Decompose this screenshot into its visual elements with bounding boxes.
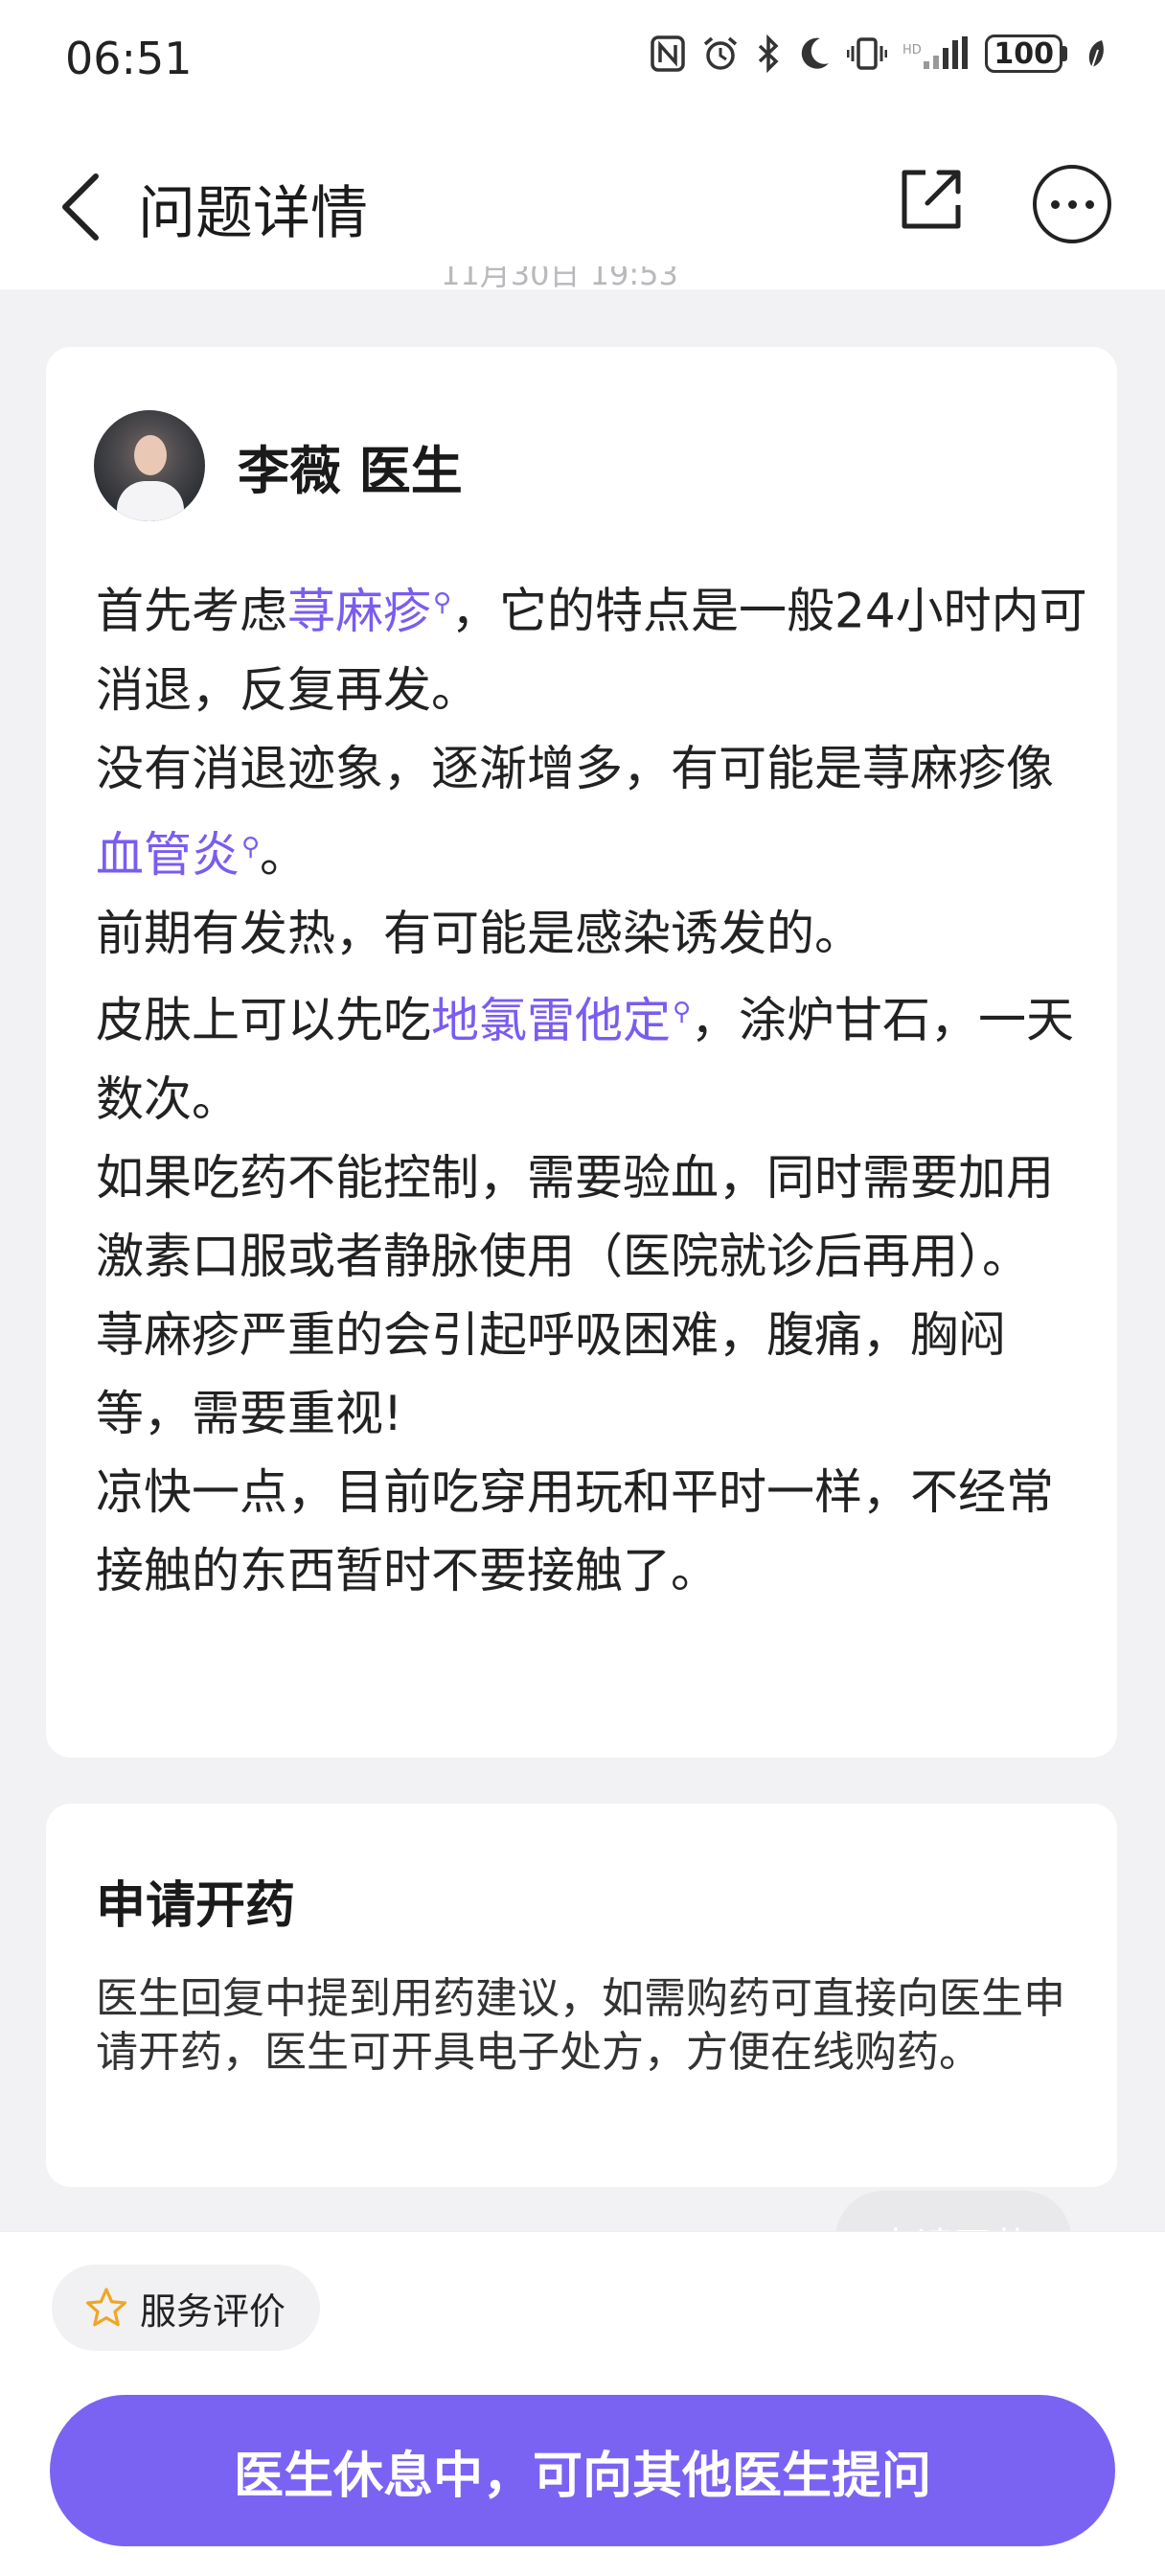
bluetooth-icon [759,34,779,73]
alarm-icon [704,36,738,70]
prescription-description: 医生回复中提到用药建议，如需购药可直接向医生申请开药，医生可开具电子处方，方便在… [96,1974,1065,2077]
answer-paragraph: 如果吃药不能控制，需要验血，同时需要加用激素口服或者静脉使用（医院就诊后再用）。 [96,1149,1054,1284]
status-icons: HD 100 [650,34,1108,73]
doctor-header[interactable]: 李薇 医生 [94,410,463,521]
share-icon[interactable] [897,165,966,234]
nfc-icon [651,35,686,72]
doctor-avatar[interactable] [94,410,205,521]
nav-bar: 问题详情 [0,125,1165,289]
battery-icon: 100 [985,34,1067,73]
answer-paragraph: 前期有发热，有可能是感染诱发的。 [96,906,862,962]
answer-paragraph: 荨麻疹严重的会引起呼吸困难，腹痛，胸闷等，需要重视! [96,1306,1006,1441]
answer-paragraph: 皮肤上可以先吃地氯雷他定⚲，涂炉甘石，一天数次。 [96,992,1075,1127]
service-evaluation-button[interactable]: 服务评价 [52,2265,320,2351]
prescription-title: 申请开药 [96,1877,296,1935]
do-not-disturb-moon-icon [802,37,830,69]
status-bar: 06:51 HD 100 [0,0,1165,125]
keyword-link-urticaria[interactable]: 荨麻疹⚲ [287,584,451,639]
bottom-action-bar: 服务评价 医生休息中，可向其他医生提问 [0,2231,1165,2576]
signal-icon: HD [902,36,969,69]
svg-text:HD: HD [902,43,922,58]
page-title: 问题详情 [138,180,368,247]
answer-paragraph: 首先考虑荨麻疹⚲，它的特点是一般24小时内可消退，反复再发。 [96,583,1087,718]
more-icon[interactable] [1033,165,1111,243]
ask-other-doctor-button[interactable]: 医生休息中，可向其他医生提问 [50,2395,1115,2546]
star-icon [86,2288,126,2327]
search-icon: ⚲ [433,588,452,617]
keyword-link-desloratadine[interactable]: 地氯雷他定⚲ [431,993,691,1048]
doctor-name: 李薇 医生 [238,440,463,501]
status-time: 06:51 [65,33,193,84]
answer-paragraph: 凉快一点，目前吃穿用玩和平时一样，不经常接触的东西暂时不要接触了。 [96,1463,1054,1598]
service-evaluation-label: 服务评价 [140,2289,286,2333]
leaf-icon [1088,40,1104,68]
answer-paragraph: 没有消退迹象，逐渐增多，有可能是荨麻疹像血管炎⚲。 [96,740,1054,884]
vibrate-icon [847,37,888,70]
faded-timestamp: 11月30日 19:53 [441,266,678,289]
search-icon: ⚲ [673,998,692,1027]
answer-card: 李薇 医生 首先考虑荨麻疹⚲，它的特点是一般24小时内可消退，反复再发。 没有消… [46,347,1117,1758]
prescription-card: 申请开药 医生回复中提到用药建议，如需购药可直接向医生申请开药，医生可开具电子处… [46,1804,1117,2187]
answer-text: 首先考虑荨麻疹⚲，它的特点是一般24小时内可消退，反复再发。 没有消退迹象，逐渐… [96,564,1092,1610]
back-chevron-icon[interactable] [54,169,111,245]
search-icon: ⚲ [241,832,261,862]
battery-level: 100 [985,34,1062,73]
keyword-link-vasculitis[interactable]: 血管炎⚲ [96,827,260,883]
